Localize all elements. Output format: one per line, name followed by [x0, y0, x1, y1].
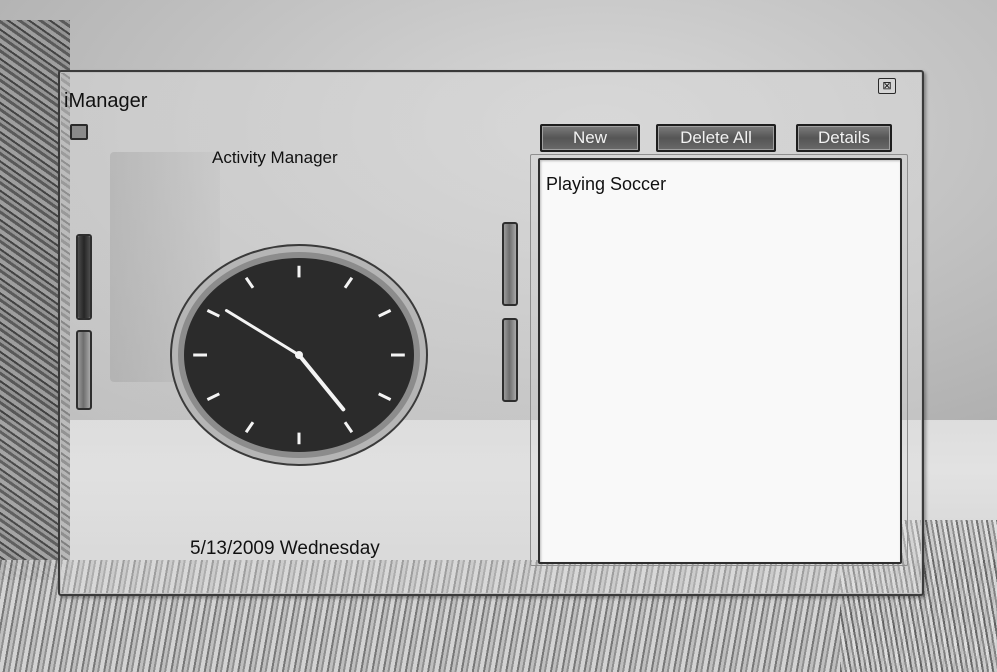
list-item[interactable]: Playing Soccer [546, 174, 666, 195]
date-label: 5/13/2009 Wednesday [190, 538, 380, 559]
activity-manager-heading: Activity Manager [212, 148, 338, 167]
close-icon[interactable]: ⊠ [878, 78, 896, 94]
imanager-window: iManager ⊠ Activity Manager 5/13/2009 We… [58, 70, 924, 596]
menu-icon[interactable] [70, 124, 88, 140]
left-top-slider[interactable] [76, 234, 92, 320]
right-bottom-slider[interactable] [502, 318, 518, 402]
app-title: iManager [64, 90, 148, 112]
details-button[interactable]: Details [796, 124, 892, 152]
analog-clock [168, 242, 430, 468]
right-top-slider[interactable] [502, 222, 518, 306]
left-top-slider-fill [78, 236, 90, 318]
activity-list[interactable]: Playing Soccer [538, 158, 902, 564]
clock-face-svg [170, 244, 428, 466]
delete-all-button[interactable]: Delete All [656, 124, 776, 152]
clock-center-pin [295, 351, 303, 359]
new-button[interactable]: New [540, 124, 640, 152]
left-bottom-slider[interactable] [76, 330, 92, 410]
